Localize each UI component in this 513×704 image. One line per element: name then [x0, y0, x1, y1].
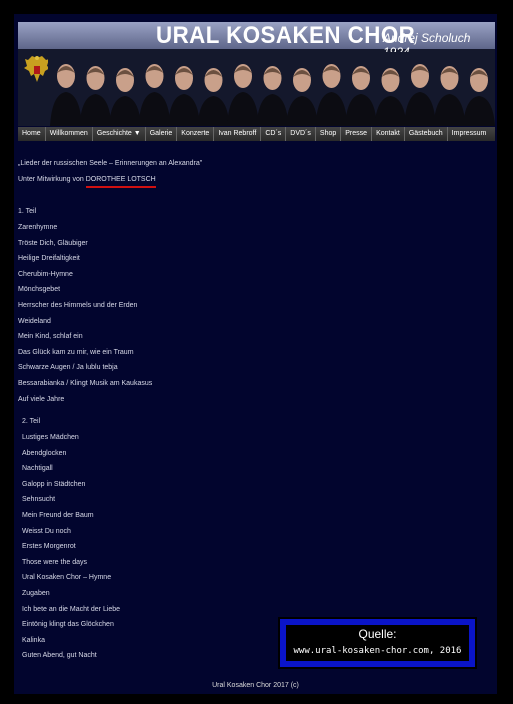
nav-item-willkommen[interactable]: Willkommen [46, 127, 93, 141]
part1-song: Heilige Dreifaltigkeit [18, 255, 80, 263]
part1-song: Schwarze Augen / Ja lublu tebja [18, 364, 118, 372]
main-nav: Home Willkommen Geschichte ▼ Galerie Konzert… [18, 127, 495, 141]
part2-song: Lustiges Mädchen [22, 434, 79, 441]
page: URAL KOSAKEN CHOR Andrej Scholuch 1924 H… [14, 14, 497, 694]
nav-item-konzerte[interactable]: Konzerte [177, 127, 215, 141]
guest-prefix: Unter Mitwirkung von [18, 176, 86, 183]
part1-song: Herrscher des Himmels und der Erden [18, 302, 138, 309]
site-header: URAL KOSAKEN CHOR Andrej Scholuch 1924 [18, 22, 495, 126]
nav-item-shop[interactable]: Shop [316, 127, 342, 141]
source-title: Quelle: [358, 627, 397, 641]
part2-song: Galopp in Städtchen [22, 480, 86, 488]
part2-song: Guten Abend, gut Nacht [22, 652, 97, 660]
part1-song: Mein Kind, schlaf ein [18, 333, 83, 341]
title-bar: URAL KOSAKEN CHOR Andrej Scholuch 1924 [18, 22, 495, 59]
part2-song: Sehnsucht [22, 496, 56, 504]
part2-song: Zugaben [22, 590, 50, 597]
part2-song: Mein Freund der Baum [22, 512, 94, 519]
guest-name-link[interactable]: DOROTHEE LOTSCH [85, 176, 156, 188]
part2-song: Abendglocken [22, 449, 67, 457]
site-title: URAL KOSAKEN CHOR [156, 22, 416, 49]
nav-item-ivan-rebroff[interactable]: Ivan Rebroff [214, 127, 262, 141]
part2-song: Those were the days [22, 558, 87, 566]
part1-song: Auf viele Jahre [18, 395, 65, 403]
nav-item-cd-s[interactable]: CD´s [261, 127, 287, 141]
nav-item-kontakt[interactable]: Kontakt [372, 127, 405, 141]
part2-song: Eintönig klingt das Glöckchen [22, 621, 114, 629]
nav-item-galerie[interactable]: Galerie [146, 127, 178, 141]
concert-title: „Lieder der russischen Seele – Erinnerun… [18, 160, 203, 167]
nav-item-presse[interactable]: Presse [341, 127, 373, 141]
part2-song: Erstes Morgenrot [22, 543, 76, 551]
nav-item-impressum[interactable]: Impressum [448, 127, 491, 141]
part2-heading: 2. Teil [22, 418, 41, 425]
guest-line: Unter Mitwirkung von DOROTHEE LOTSCH [18, 176, 156, 188]
part1-song: Mönchsgebet [18, 286, 61, 294]
part1-song: Bessarabianka / Klingt Musik am Kaukasus [18, 380, 153, 387]
part1-song: Zarenhymne [18, 224, 58, 231]
part1-song: Das Glück kam zu mir, wie ein Traum [18, 348, 134, 356]
part2-song: Kalinka [22, 636, 45, 644]
part2-song: Weisst Du noch [22, 527, 71, 535]
part1-song: Tröste Dich, Gläubiger [18, 239, 88, 247]
choir-group-photo [48, 52, 495, 126]
double-eagle-emblem-icon [24, 56, 50, 82]
source-box: Quelle: www.ural-kosaken-chor.com, 2016 [278, 617, 477, 669]
part1-song: Weideland [18, 317, 51, 325]
nav-item-gästebuch[interactable]: Gästebuch [405, 127, 448, 141]
source-url: www.ural-kosaken-chor.com, 2016 [293, 646, 462, 656]
part2-song: Ural Kosaken Chor – Hymne [22, 574, 112, 582]
nav-item-home[interactable]: Home [18, 127, 46, 141]
nav-item-geschichte[interactable]: Geschichte ▼ [93, 127, 146, 141]
footer-copyright: Ural Kosaken Chor 2017 (c) [212, 682, 299, 689]
part2-song: Nachtigall [22, 465, 53, 473]
part2-song: Ich bete an die Macht der Liebe [22, 605, 121, 613]
nav-item-dvd-s[interactable]: DVD´s [286, 127, 316, 141]
part1-heading: 1. Teil [18, 208, 37, 215]
part1-song: Cherubim-Hymne [18, 270, 73, 278]
